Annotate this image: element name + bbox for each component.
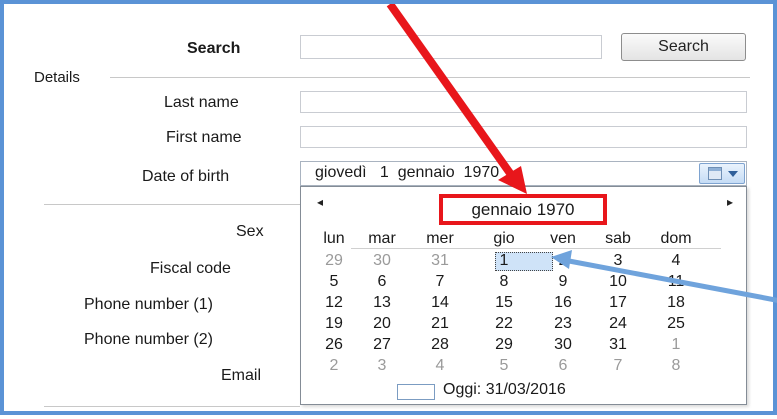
- calendar-day-adjacent[interactable]: 7: [589, 356, 647, 376]
- calendar-day[interactable]: 22: [475, 314, 533, 334]
- calendar-day[interactable]: 30: [534, 335, 592, 355]
- separator-line: [44, 204, 300, 205]
- calendar-day-adjacent[interactable]: 30: [353, 251, 411, 271]
- date-of-birth-picker[interactable]: giovedì 1 gennaio 1970: [300, 161, 747, 186]
- search-button[interactable]: Search: [621, 33, 746, 61]
- sex-label: Sex: [236, 223, 264, 240]
- first-name-field[interactable]: [300, 126, 747, 148]
- weekday-separator: [351, 248, 721, 249]
- calendar-day-adjacent[interactable]: 1: [647, 335, 705, 355]
- calendar-dropdown: ◂ gennaio 1970 ▸ lun mar mer gio ven sab dom 2…: [300, 186, 747, 405]
- form-window: Search Search Details Last name First na…: [0, 0, 777, 415]
- calendar-day[interactable]: 7: [411, 272, 469, 292]
- details-group-label: Details: [34, 69, 80, 86]
- calendar-day[interactable]: 25: [647, 314, 705, 334]
- calendar-day[interactable]: 4: [647, 251, 705, 271]
- email-label: Email: [221, 367, 262, 384]
- date-of-birth-value: giovedì 1 gennaio 1970: [315, 164, 500, 181]
- calendar-day[interactable]: 2: [534, 251, 592, 271]
- calendar-day[interactable]: 11: [647, 272, 705, 292]
- prev-month-button[interactable]: ◂: [317, 195, 323, 209]
- date-of-birth-label: Date of birth: [142, 168, 230, 185]
- last-name-field[interactable]: [300, 91, 747, 113]
- calendar-day[interactable]: 3: [589, 251, 647, 271]
- weekday-5: sab: [605, 230, 631, 247]
- today-link[interactable]: Oggi: 31/03/2016: [443, 381, 566, 399]
- calendar-day[interactable]: 9: [534, 272, 592, 292]
- next-month-button[interactable]: ▸: [727, 195, 733, 209]
- calendar-day-adjacent[interactable]: 31: [411, 251, 469, 271]
- calendar-day[interactable]: 10: [589, 272, 647, 292]
- last-name-label: Last name: [164, 94, 239, 111]
- details-group-line: [110, 77, 750, 78]
- calendar-day[interactable]: 29: [475, 335, 533, 355]
- calendar-day[interactable]: 8: [475, 272, 533, 292]
- weekday-2: mer: [426, 230, 454, 247]
- first-name-label: First name: [166, 129, 242, 146]
- red-arrow-shaft: [386, 4, 516, 179]
- calendar-day[interactable]: 24: [589, 314, 647, 334]
- calendar-day[interactable]: 14: [411, 293, 469, 313]
- calendar-day-adjacent[interactable]: 8: [647, 356, 705, 376]
- calendar-day[interactable]: 28: [411, 335, 469, 355]
- calendar-day[interactable]: 18: [647, 293, 705, 313]
- calendar-day[interactable]: 6: [353, 272, 411, 292]
- weekday-4: ven: [550, 230, 576, 247]
- calendar-day[interactable]: 20: [353, 314, 411, 334]
- chevron-down-icon: [728, 171, 738, 177]
- calendar-day-adjacent[interactable]: 5: [475, 356, 533, 376]
- calendar-day-adjacent[interactable]: 4: [411, 356, 469, 376]
- weekday-1: mar: [368, 230, 396, 247]
- calendar-day[interactable]: 1: [475, 251, 533, 271]
- weekday-6: dom: [660, 230, 692, 247]
- bottom-separator-line: [44, 406, 300, 407]
- calendar-icon: [708, 167, 722, 180]
- calendar-day[interactable]: 27: [353, 335, 411, 355]
- calendar-day[interactable]: 23: [534, 314, 592, 334]
- fiscal-code-label: Fiscal code: [150, 260, 231, 277]
- calendar-day[interactable]: 17: [589, 293, 647, 313]
- calendar-day[interactable]: 13: [353, 293, 411, 313]
- today-marker: [397, 384, 435, 400]
- calendar-day-adjacent[interactable]: 6: [534, 356, 592, 376]
- calendar-day[interactable]: 16: [534, 293, 592, 313]
- phone2-label: Phone number (2): [84, 331, 213, 348]
- search-label: Search: [187, 40, 241, 57]
- month-title[interactable]: gennaio 1970: [439, 194, 607, 225]
- phone1-label: Phone number (1): [84, 296, 213, 313]
- calendar-day[interactable]: 31: [589, 335, 647, 355]
- calendar-dropdown-button[interactable]: [699, 163, 745, 184]
- calendar-day[interactable]: 21: [411, 314, 469, 334]
- search-input[interactable]: [300, 35, 602, 59]
- calendar-day-adjacent[interactable]: 3: [353, 356, 411, 376]
- calendar-day[interactable]: 15: [475, 293, 533, 313]
- weekday-3: gio: [493, 230, 515, 247]
